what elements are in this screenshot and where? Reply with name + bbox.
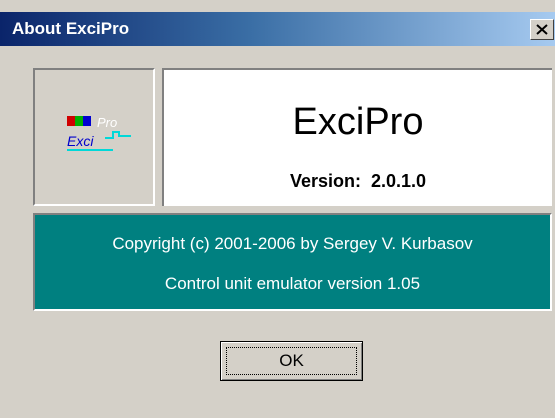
info-panel: Copyright (c) 2001-2006 by Sergey V. Kur…: [33, 213, 552, 311]
close-button[interactable]: [530, 19, 554, 40]
close-icon: [536, 24, 548, 35]
ok-button-label: OK: [279, 351, 304, 370]
title-bar[interactable]: About ExciPro: [0, 12, 555, 46]
version-label: Version: 2.0.1.0: [289, 171, 427, 191]
product-name: ExciPro: [292, 101, 424, 143]
about-dialog: About ExciPro Pro Exci ExciPro Version: …: [0, 0, 555, 418]
ok-button[interactable]: OK: [220, 341, 363, 381]
logo-exci-text: Exci: [67, 133, 94, 149]
window-title: About ExciPro: [12, 19, 130, 38]
app-logo-icon: Pro Exci: [67, 115, 131, 151]
product-name-panel: ExciPro Version: 2.0.1.0: [162, 68, 552, 206]
emulator-version-text: Control unit emulator version 1.05: [164, 274, 421, 293]
copyright-text: Copyright (c) 2001-2006 by Sergey V. Kur…: [112, 234, 473, 253]
logo-pro-text: Pro: [97, 115, 117, 130]
app-logo-panel: Pro Exci: [33, 68, 155, 206]
